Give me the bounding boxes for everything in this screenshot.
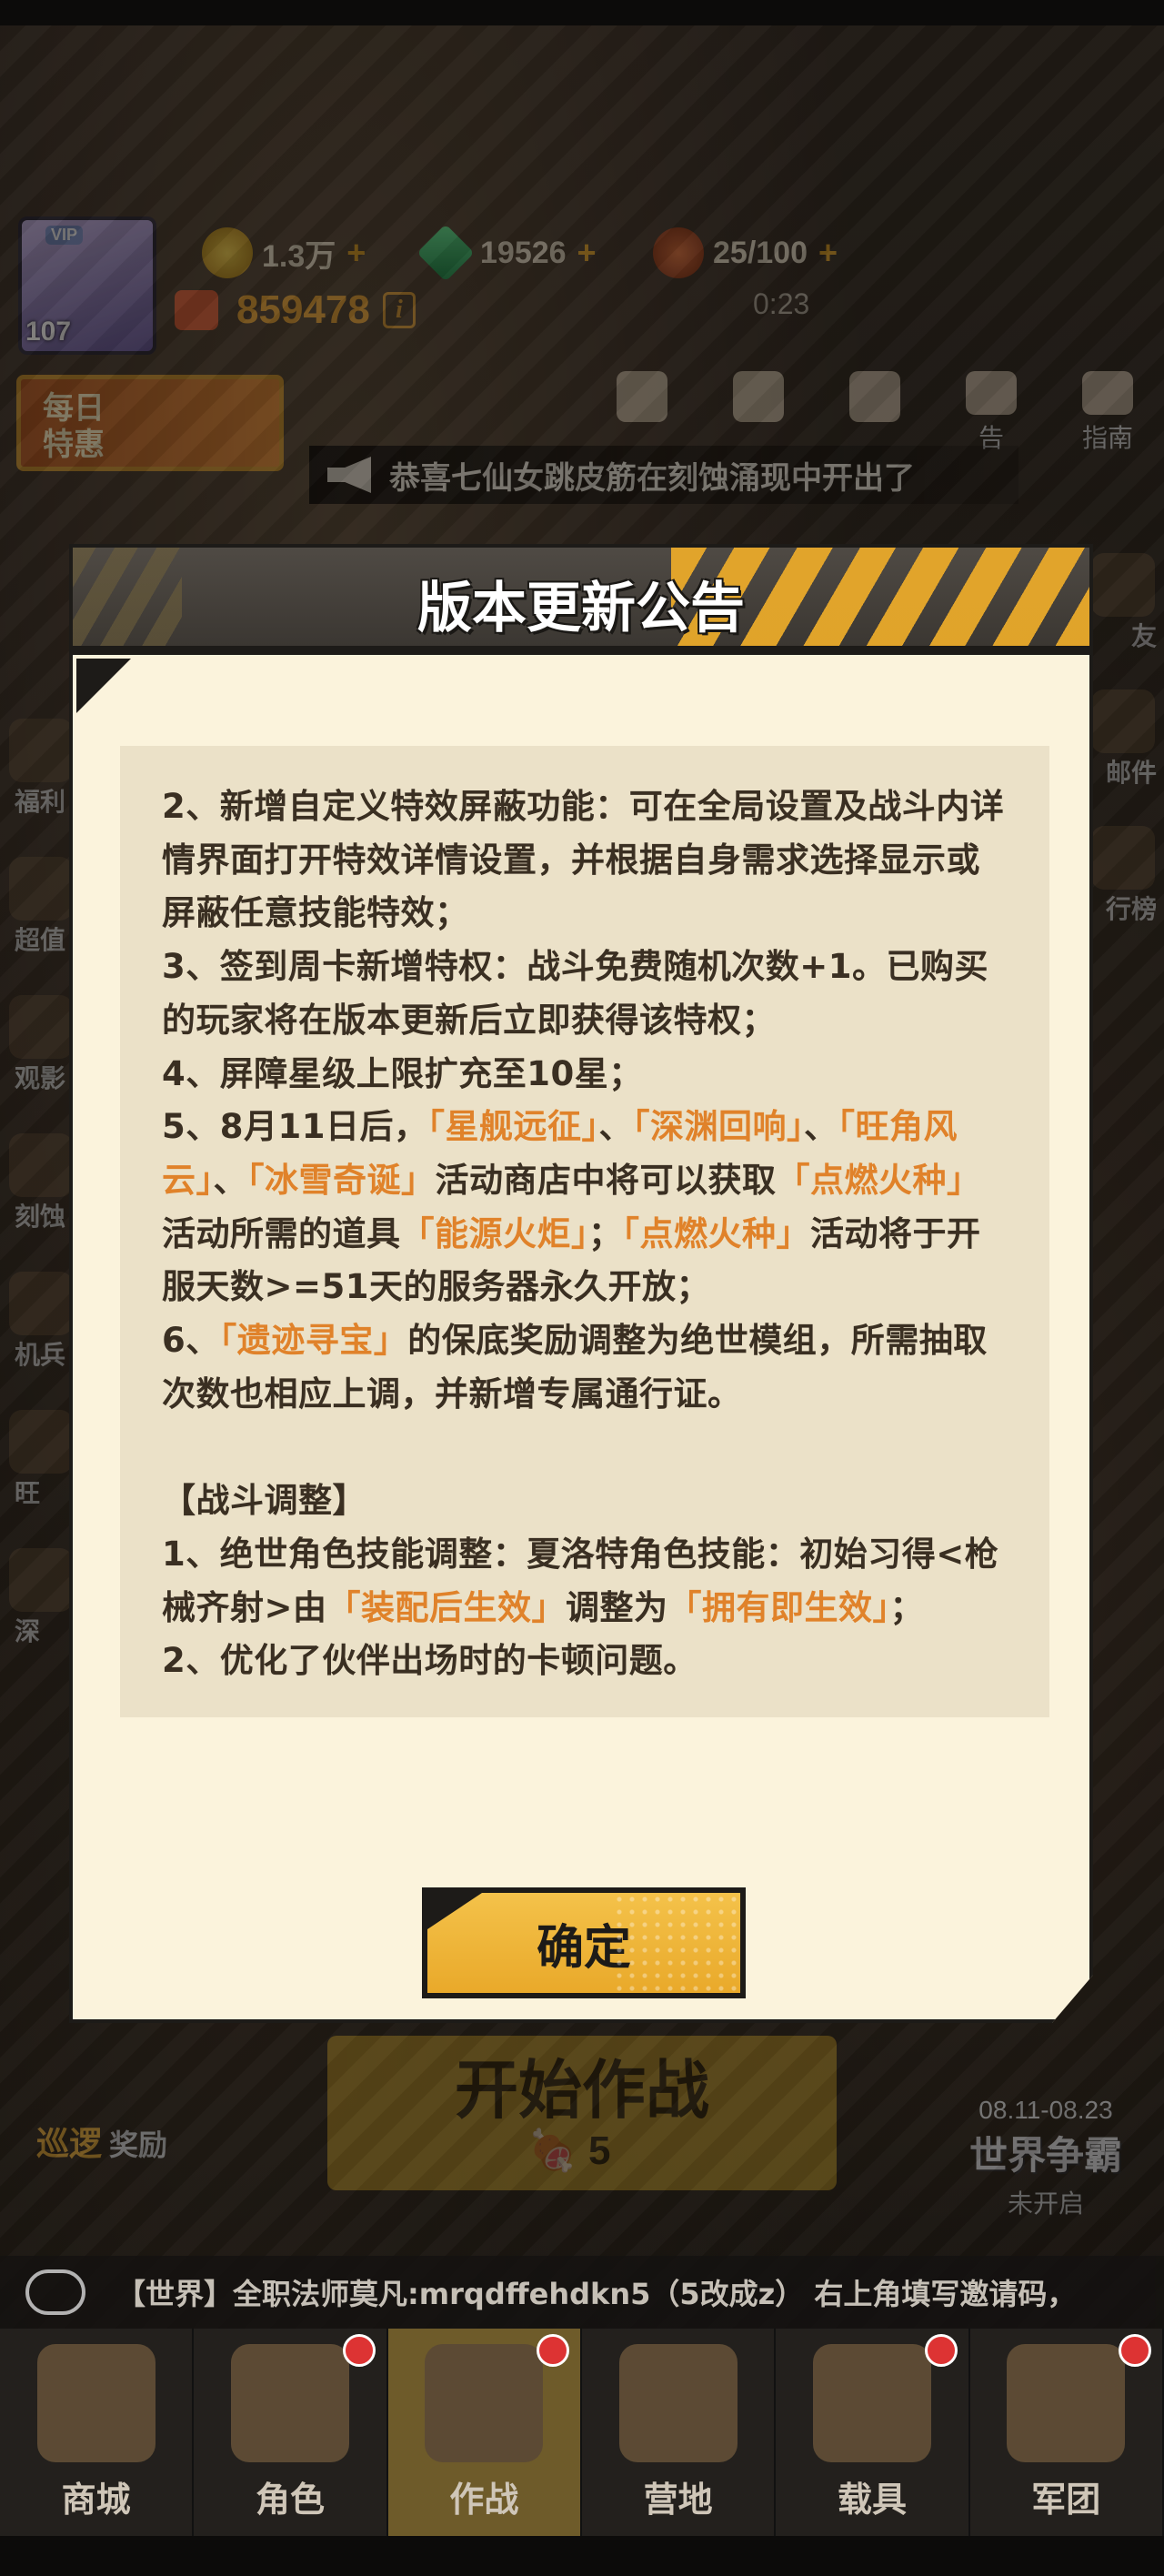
top-menu-icons: 告 指南 — [600, 371, 1149, 455]
gem-counter: 19526 + — [416, 224, 597, 282]
notice-item-6: 6、「遗迹寻宝」的保底奖励调整为绝世模组，所需抽取次数也相应上调，并新增专属通行… — [162, 1321, 988, 1414]
system-nav-bar — [0, 2536, 1164, 2576]
stamina-timer: 0:23 — [753, 287, 810, 320]
daily-deal-label: 每日特惠 — [43, 390, 105, 463]
notification-badge — [924, 2334, 958, 2367]
broadcast-marquee: 恭喜七仙女跳皮筋在刻蚀涌现中开出了 — [309, 446, 1018, 504]
gold-coin-icon — [202, 227, 253, 278]
update-notice-dialog: 版本更新公告 2、新增自定义特效屏蔽功能：可在全局设置及战斗内详情界面打开特效详… — [69, 544, 1093, 2023]
gold-value: 1.3万 — [262, 238, 336, 274]
notification-badge — [536, 2334, 569, 2367]
dialog-body: 2、新增自定义特效屏蔽功能：可在全局设置及战斗内详情界面打开特效详情设置，并根据… — [69, 651, 1093, 2023]
event-icon — [9, 1410, 73, 1474]
helmet-icon — [230, 2344, 349, 2462]
nav-tab-camp[interactable]: 营地 — [582, 2329, 777, 2536]
info-icon[interactable]: i — [382, 292, 416, 328]
combat-power: 859478 i — [175, 287, 416, 333]
top-menu-item[interactable] — [833, 371, 917, 455]
world-war-status: 未开启 — [1007, 2189, 1084, 2219]
etch-icon — [9, 1133, 73, 1197]
ranking-icon — [1091, 826, 1155, 890]
mech-icon — [9, 1272, 73, 1335]
cart-icon — [36, 2344, 156, 2462]
gamepad-icon — [849, 371, 900, 422]
battle-item-2: 2、优化了伙伴出场时的卡顿问题。 — [162, 1641, 697, 1681]
gift-icon — [9, 719, 73, 782]
right-menu-item[interactable]: 行榜 — [1082, 790, 1164, 926]
world-war-name: 世界争霸 — [968, 2133, 1122, 2178]
gem-icon — [416, 224, 475, 282]
megaphone-icon — [966, 371, 1017, 415]
tent-icon — [618, 2344, 738, 2462]
right-side-menu: 友 邮件 行榜 — [1082, 517, 1164, 926]
vehicle-icon — [812, 2344, 931, 2462]
nav-tab-battle[interactable]: 作战 — [387, 2329, 582, 2536]
player-level: 107 — [25, 317, 72, 347]
daily-deal-banner[interactable]: 每日特惠 — [16, 375, 284, 471]
notification-badge — [342, 2334, 376, 2367]
backpack-icon — [733, 371, 784, 422]
start-battle-cost: 🍖 5 — [527, 2128, 611, 2173]
nav-tab-vehicle[interactable]: 载具 — [776, 2329, 970, 2536]
dialog-title: 版本更新公告 — [417, 577, 745, 640]
right-menu-item[interactable]: 友 — [1082, 517, 1164, 653]
start-battle-button[interactable]: 开始作战 🍖 5 — [327, 2036, 837, 2190]
stamina-value: 25/100 — [713, 235, 808, 270]
shield-icon — [1007, 2344, 1126, 2462]
fist-icon — [175, 290, 218, 330]
crossed-guns-icon — [425, 2344, 544, 2462]
combat-power-value: 859478 — [236, 287, 370, 332]
world-chat-bar[interactable]: 【世界】全职法师莫凡:mrqdffehdkn5（5改成z） 右上角填写邀请码， — [0, 2256, 1164, 2329]
player-avatar[interactable]: VIP 107 — [18, 216, 156, 355]
start-battle-label: 开始作战 — [455, 2053, 709, 2128]
add-gem-button[interactable]: + — [577, 234, 597, 272]
world-war-event[interactable]: 08.11-08.23 世界争霸 未开启 — [955, 2096, 1137, 2220]
top-menu-item[interactable] — [600, 371, 684, 455]
bottom-nav: 商城 角色 作战 营地 载具 军团 — [0, 2329, 1164, 2536]
world-war-dates: 08.11-08.23 — [978, 2096, 1113, 2124]
notice-content[interactable]: 2、新增自定义特效屏蔽功能：可在全局设置及战斗内详情界面打开特效详情设置，并根据… — [120, 746, 1049, 1717]
notice-item-4: 4、屏障星级上限扩充至10星； — [162, 1053, 643, 1093]
vip-badge: VIP — [45, 226, 84, 245]
top-menu-item[interactable]: 指南 — [1066, 371, 1149, 455]
chat-bubble-icon[interactable] — [25, 2269, 85, 2315]
nav-tab-character[interactable]: 角色 — [194, 2329, 388, 2536]
status-bar — [0, 0, 1164, 25]
notice-item-3: 3、签到周卡新增特权：战斗免费随机次数+1。已购买的玩家将在版本更新后立即获得该… — [162, 947, 988, 1040]
mail-icon — [1091, 689, 1155, 753]
menu-icon — [617, 371, 667, 422]
right-menu-item[interactable]: 邮件 — [1082, 653, 1164, 790]
stamina-counter: 25/100 + — [653, 227, 838, 278]
video-icon — [9, 995, 73, 1059]
guide-icon — [1082, 371, 1133, 415]
gem-value: 19526 — [480, 235, 567, 270]
nav-tab-legion[interactable]: 军团 — [970, 2329, 1164, 2536]
meat-icon — [653, 227, 704, 278]
top-menu-item[interactable]: 告 — [949, 371, 1033, 455]
speaker-icon — [327, 457, 371, 493]
notice-item-2: 2、新增自定义特效屏蔽功能：可在全局设置及战斗内详情界面打开特效详情设置，并根据… — [162, 787, 1005, 933]
add-stamina-button[interactable]: + — [818, 234, 838, 272]
notice-item-5: 5、8月11日后，「星舰远征」、「深渊回响」、「旺角风云」、「冰雪奇诞」活动商店… — [162, 1107, 981, 1307]
confirm-button[interactable]: 确定 — [422, 1887, 746, 1998]
dialog-header: 版本更新公告 — [69, 544, 1093, 651]
marquee-text: 恭喜七仙女跳皮筋在刻蚀涌现中开出了 — [389, 459, 915, 497]
battle-section-title: 【战斗调整】 — [162, 1481, 366, 1521]
abyss-icon — [9, 1548, 73, 1612]
chat-message: 【世界】全职法师莫凡:mrqdffehdkn5（5改成z） 右上角填写邀请码， — [116, 2277, 1077, 2311]
patrol-reward-button[interactable]: 巡逻 奖励 — [36, 2118, 167, 2165]
top-menu-item[interactable] — [717, 371, 800, 455]
add-gold-button[interactable]: + — [346, 234, 366, 272]
confirm-label: 确定 — [536, 1921, 631, 1976]
gold-counter: 1.3万 + — [202, 227, 366, 278]
notification-badge — [1118, 2334, 1151, 2367]
confirm-button-face: 确定 — [427, 1893, 740, 1993]
friends-icon — [1091, 553, 1155, 617]
nav-tab-shop[interactable]: 商城 — [0, 2329, 195, 2536]
deal-icon — [9, 857, 73, 921]
battle-item-1: 1、绝世角色技能调整：夏洛特角色技能：初始习得<枪械齐射>由「装配后生效」调整为… — [162, 1534, 999, 1627]
